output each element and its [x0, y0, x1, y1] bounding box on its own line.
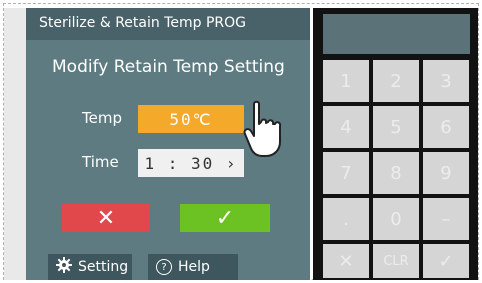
title-bar: Sterilize & Retain Temp PROG [26, 8, 310, 40]
confirm-button[interactable]: ✓ [180, 204, 270, 232]
main-panel: Sterilize & Retain Temp PROG Modify Reta… [26, 8, 310, 280]
help-label: Help [178, 259, 210, 275]
key-cancel[interactable]: ✕ [323, 244, 369, 278]
key-enter[interactable]: ✓ [423, 244, 469, 278]
time-input[interactable]: 1 : 30 › [138, 149, 244, 177]
help-icon: ? [156, 259, 172, 275]
key-3[interactable]: 3 [423, 60, 469, 102]
temp-input[interactable]: 50℃ [138, 105, 244, 133]
key-0[interactable]: 0 [373, 198, 419, 240]
cancel-icon: ✕ [96, 205, 116, 231]
key-5[interactable]: 5 [373, 106, 419, 148]
numeric-keypad: 1 2 3 4 5 6 7 8 9 . 0 – ✕ CLR ✓ [313, 8, 478, 280]
key-2[interactable]: 2 [373, 60, 419, 102]
key-9[interactable]: 9 [423, 152, 469, 194]
help-button[interactable]: ? Help [148, 254, 238, 280]
setting-label: Setting [78, 259, 129, 275]
time-label: Time [82, 153, 119, 171]
check-icon: ✓ [215, 205, 235, 231]
key-1[interactable]: 1 [323, 60, 369, 102]
key-6[interactable]: 6 [423, 106, 469, 148]
key-7[interactable]: 7 [323, 152, 369, 194]
page-heading: Modify Retain Temp Setting [52, 57, 285, 77]
cancel-button[interactable]: ✕ [62, 204, 150, 232]
setting-button[interactable]: Setting [48, 254, 132, 280]
gear-icon [56, 257, 72, 277]
hand-pointer-icon [243, 100, 282, 157]
key-decimal[interactable]: . [323, 198, 369, 240]
key-minus[interactable]: – [423, 198, 469, 240]
keypad-display [323, 14, 470, 54]
temp-label: Temp [82, 109, 122, 127]
key-8[interactable]: 8 [373, 152, 419, 194]
key-4[interactable]: 4 [323, 106, 369, 148]
key-clear[interactable]: CLR [373, 244, 419, 278]
left-bezel [4, 8, 26, 280]
window-title: Sterilize & Retain Temp PROG [39, 15, 246, 31]
